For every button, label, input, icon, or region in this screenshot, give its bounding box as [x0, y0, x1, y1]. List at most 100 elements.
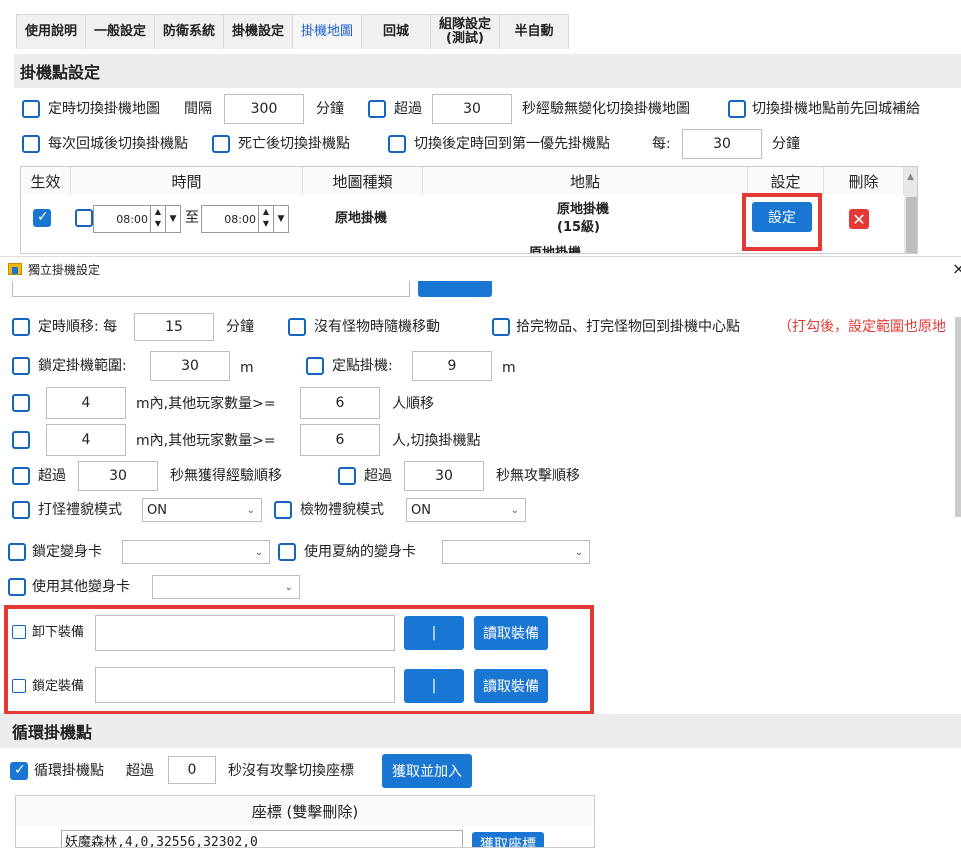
fixed-point-checkbox[interactable] — [306, 357, 324, 375]
tab-general[interactable]: 一般設定 — [85, 14, 155, 49]
summer-card-checkbox[interactable] — [278, 543, 296, 561]
place-cell: 原地掛機 (15級) — [557, 202, 610, 235]
row-time-checkbox[interactable] — [75, 209, 93, 227]
tab-defense[interactable]: 防衛系統 — [154, 14, 224, 49]
pickup-checkbox[interactable] — [492, 318, 510, 336]
every-label: 每: — [652, 136, 671, 152]
no-monster-checkbox[interactable] — [288, 318, 306, 336]
timed-switch-checkbox[interactable] — [22, 100, 40, 118]
tab-afk-map[interactable]: 掛機地圖 — [292, 14, 362, 49]
fight-polite-checkbox[interactable] — [12, 501, 30, 519]
chevron-down-icon: ⌄ — [284, 581, 293, 593]
every-input[interactable]: 30 — [682, 129, 762, 159]
loop-checkbox[interactable] — [10, 762, 28, 780]
loop-exceed-input[interactable]: 0 — [168, 756, 216, 784]
tab-semi-auto[interactable]: 半自動 — [499, 14, 569, 49]
timed-move-input[interactable]: 15 — [134, 313, 214, 341]
interval-label: 間隔 — [184, 101, 212, 117]
table-scrollbar[interactable]: ▲ — [904, 167, 917, 253]
interval-input[interactable]: 300 — [224, 94, 304, 124]
no-exp-exceed-label: 超過 — [38, 468, 66, 484]
chevron-down-icon: ⌄ — [246, 504, 255, 516]
window-icon — [8, 263, 22, 275]
after-town-checkbox[interactable] — [22, 135, 40, 153]
no-attack-input[interactable]: 30 — [404, 461, 484, 491]
loop-section-header: 循環掛機點 — [0, 714, 961, 748]
other-card-checkbox[interactable] — [8, 578, 26, 596]
before-switch-checkbox[interactable] — [728, 100, 746, 118]
summer-card-label: 使用夏納的變身卡 — [304, 544, 416, 560]
timed-move-checkbox[interactable] — [12, 318, 30, 336]
section-header: 掛機點設定 — [14, 54, 961, 88]
back-first-checkbox[interactable] — [388, 135, 406, 153]
no-attack-move-label: 秒無攻擊順移 — [496, 468, 580, 484]
pick-polite-select[interactable]: ON ⌄ — [406, 498, 526, 522]
no-exp-move-checkbox[interactable] — [12, 467, 30, 485]
highlight-set-button — [742, 193, 822, 251]
lock-range-checkbox[interactable] — [12, 357, 30, 375]
delete-icon[interactable]: ✕ — [849, 209, 869, 229]
no-attack-move-checkbox[interactable] — [338, 467, 356, 485]
partial-button[interactable] — [418, 281, 492, 297]
fight-polite-select[interactable]: ON ⌄ — [142, 498, 262, 522]
other-card-select[interactable]: ⌄ — [152, 575, 300, 599]
chevron-down-icon: ⌄ — [254, 546, 263, 558]
col-set: 設定 — [748, 167, 824, 195]
time-from-value: 08:00 — [116, 212, 148, 226]
tab-help[interactable]: 使用說明 — [16, 14, 86, 49]
fixed-point-label: 定點掛機: — [332, 358, 393, 374]
tab-party[interactable]: 組隊設定 (測試) — [430, 14, 500, 49]
players-switch-count[interactable]: 6 — [300, 424, 380, 456]
get-coord-button[interactable]: 獲取座標 — [472, 832, 544, 847]
lock-range-input[interactable]: 30 — [150, 351, 230, 381]
coord-row[interactable]: 妖魔森林,4,0,32556,32302,0 — [61, 830, 463, 847]
dialog-titlebar: 獨立掛機設定 × — [0, 257, 961, 283]
row-enabled-checkbox[interactable] — [33, 209, 51, 227]
pick-polite-value: ON — [411, 502, 431, 518]
players-switch-distance[interactable]: 4 — [46, 424, 126, 456]
after-death-checkbox[interactable] — [212, 135, 230, 153]
partial-input — [12, 281, 410, 297]
timed-move-minutes: 分鐘 — [226, 319, 254, 335]
fixed-point-input[interactable]: 9 — [412, 351, 492, 381]
lock-range-unit: m — [240, 360, 254, 376]
players-move-distance[interactable]: 4 — [46, 387, 126, 419]
coord-table: 座標 (雙擊刪除) 妖魔森林,4,0,32556,32302,0 獲取座標 — [15, 795, 595, 848]
pick-polite-checkbox[interactable] — [274, 501, 292, 519]
summer-card-select[interactable]: ⌄ — [442, 540, 590, 564]
players-move-count[interactable]: 6 — [300, 387, 380, 419]
time-spin-icon[interactable]: ▲ ▼ — [150, 206, 165, 232]
before-switch-label: 切換掛機地點前先回城補給 — [752, 101, 920, 117]
time-spin-icon[interactable]: ▲ ▼ — [258, 206, 273, 232]
lock-card-checkbox[interactable] — [8, 543, 26, 561]
time-from-picker[interactable]: 08:00 ▲ ▼ ▼ — [93, 205, 181, 233]
exceed-checkbox[interactable] — [368, 100, 386, 118]
lock-range-label: 鎖定掛機範圍: — [38, 358, 127, 374]
chevron-down-icon[interactable]: ▼ — [165, 206, 180, 232]
players-move-checkbox[interactable] — [12, 394, 30, 412]
dialog-scrollbar[interactable] — [955, 317, 961, 517]
players-switch-checkbox[interactable] — [12, 431, 30, 449]
map-type-cell: 原地掛機 — [335, 211, 388, 226]
scroll-thumb[interactable] — [906, 197, 917, 253]
pick-polite-label: 檢物禮貌模式 — [300, 502, 384, 518]
close-icon[interactable]: × — [952, 260, 961, 278]
lock-card-select[interactable]: ⌄ — [122, 540, 270, 564]
get-add-button[interactable]: 獲取並加入 — [382, 754, 472, 788]
tab-return-town[interactable]: 回城 — [361, 14, 431, 49]
exceed-input[interactable]: 30 — [432, 94, 512, 124]
time-to-picker[interactable]: 08:00 ▲ ▼ ▼ — [201, 205, 289, 233]
after-death-label: 死亡後切換掛機點 — [238, 136, 350, 152]
scroll-up-icon[interactable]: ▲ — [907, 172, 914, 182]
col-enabled: 生效 — [21, 167, 71, 195]
tab-afk[interactable]: 掛機設定 — [223, 14, 293, 49]
dialog-title: 獨立掛機設定 — [28, 263, 101, 277]
no-exp-input[interactable]: 30 — [78, 461, 158, 491]
pickup-label: 拾完物品、打完怪物回到掛機中心點 — [516, 319, 740, 335]
no-monster-label: 沒有怪物時隨機移動 — [314, 319, 440, 335]
loop-label: 循環掛機點 — [34, 763, 104, 779]
chevron-down-icon: ⌄ — [510, 504, 519, 516]
col-place: 地點 — [423, 167, 748, 195]
chevron-down-icon[interactable]: ▼ — [273, 206, 288, 232]
tab-bar: 使用說明 一般設定 防衛系統 掛機設定 掛機地圖 回城 組隊設定 (測試) 半自… — [16, 14, 569, 49]
